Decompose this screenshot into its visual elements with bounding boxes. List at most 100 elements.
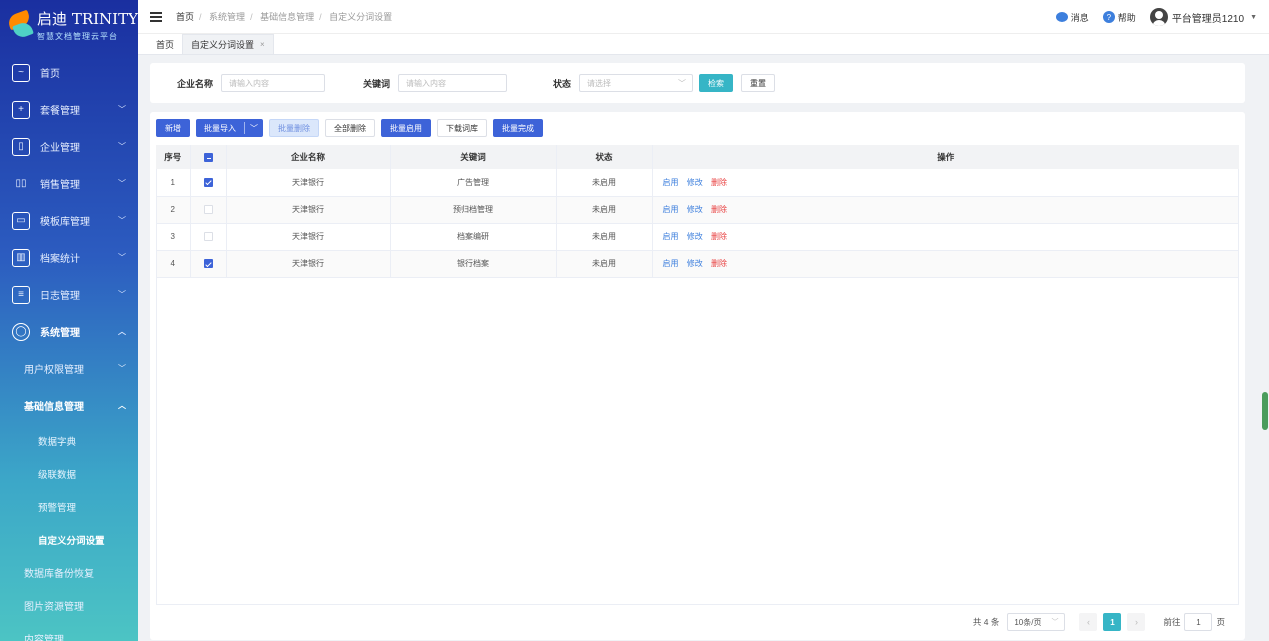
search-panel: 企业名称 请输入内容 关键词 请输入内容 状态 请选择 ﹀ 检索 重置 [150, 63, 1245, 103]
edit-link[interactable]: 修改 [687, 259, 703, 268]
next-page-button[interactable]: › [1127, 613, 1146, 631]
status-select[interactable]: 请选择 ﹀ [579, 74, 694, 92]
goto-input[interactable]: 1 [1184, 613, 1213, 631]
breadcrumb: 首页 / 系统管理 / 基础信息管理 / 自定义分词设置 [176, 12, 393, 22]
row-index: 2 [156, 196, 191, 223]
batch-import-dropdown[interactable]: 批量导入 ﹀ [196, 119, 263, 137]
message-icon[interactable] [1055, 12, 1068, 22]
sidebar-item-label: 套餐管理 [40, 106, 80, 117]
menu-fold-icon[interactable] [150, 11, 162, 22]
chevron-down-icon: ﹀ [118, 216, 126, 225]
row-keyword: 预归档管理 [390, 196, 557, 223]
help-icon[interactable]: ? [1102, 11, 1115, 23]
close-icon[interactable]: × [260, 40, 265, 49]
keyword-input[interactable]: 请输入内容 [398, 74, 508, 92]
delete-link[interactable]: 删除 [711, 232, 727, 241]
sidebar-sub-dict[interactable]: 数据字典 [0, 424, 138, 457]
sidebar-item-label: 日志管理 [40, 291, 80, 302]
sidebar-sub-backup[interactable]: 数据库备份恢复 [0, 556, 138, 589]
messages-link[interactable]: 消息 [1071, 11, 1089, 24]
enable-link[interactable]: 启用 [663, 259, 679, 268]
delete-all-button[interactable]: 全部删除 [325, 119, 375, 137]
sidebar-sub-warning[interactable]: 预警管理 [0, 490, 138, 523]
batch-enable-button[interactable]: 批量启用 [381, 119, 431, 137]
sidebar-item-home[interactable]: ~ 首页 [0, 54, 138, 91]
company-placeholder: 请输入内容 [229, 78, 270, 88]
table-row: 4 天津银行 银行档案 未启用 启用 修改 删除 [156, 250, 1239, 277]
batch-delete-button[interactable]: 批量删除 [269, 119, 319, 137]
chevron-down-icon: ﹀ [118, 105, 126, 114]
sidebar-sub-custom-seg[interactable]: 自定义分词设置 [0, 523, 138, 556]
breadcrumb-item: 自定义分词设置 [329, 12, 393, 22]
prev-page-button[interactable]: ‹ [1079, 613, 1098, 631]
sidebar-sub-label: 用户权限管理 [24, 365, 84, 376]
chevron-down-icon[interactable]: ﹀ [245, 123, 263, 134]
download-lib-button[interactable]: 下载词库 [437, 119, 487, 137]
edit-link[interactable]: 修改 [687, 178, 703, 187]
enable-link[interactable]: 启用 [663, 232, 679, 241]
company-input[interactable]: 请输入内容 [221, 74, 326, 92]
delete-link[interactable]: 删除 [711, 259, 727, 268]
header-index: 序号 [156, 145, 191, 169]
row-checkbox[interactable] [203, 177, 213, 187]
add-button[interactable]: 新增 [156, 119, 190, 137]
logo-mark-icon [6, 9, 34, 40]
tab-bar: 首页 自定义分词设置 × [138, 34, 1269, 55]
data-table: 序号 企业名称 关键词 状态 操作 1 天津银行 广告管理 未启用 启用 修改 … [156, 145, 1239, 278]
sidebar-item-sales[interactable]: ▯▯ 销售管理 ﹀ [0, 165, 138, 202]
sidebar-sub-content[interactable]: 内容管理 [0, 622, 138, 641]
search-button[interactable]: 检索 [699, 74, 734, 92]
sidebar-sub-basic-info[interactable]: 基础信息管理 ︿ [0, 387, 138, 424]
keyword-placeholder: 请输入内容 [406, 78, 447, 88]
batch-import-button[interactable]: 批量导入 [196, 119, 244, 137]
goto-suffix: 页 [1216, 617, 1225, 627]
help-link[interactable]: 帮助 [1118, 11, 1136, 24]
sidebar-sub-images[interactable]: 图片资源管理 [0, 589, 138, 622]
breadcrumb-item[interactable]: 首页 [176, 12, 194, 22]
tab-home[interactable]: 首页 [148, 34, 182, 54]
select-all-checkbox[interactable] [203, 153, 213, 163]
delete-link[interactable]: 删除 [711, 205, 727, 214]
chevron-down-icon: ﹀ [678, 79, 687, 88]
breadcrumb-item[interactable]: 系统管理 [209, 12, 245, 22]
sidebar-item-enterprise[interactable]: ▯ 企业管理 ﹀ [0, 128, 138, 165]
edit-link[interactable]: 修改 [687, 205, 703, 214]
row-checkbox[interactable] [203, 259, 213, 269]
table-row: 2 天津银行 预归档管理 未启用 启用 修改 删除 [156, 196, 1239, 223]
sidebar-item-templates[interactable]: ▭ 模板库管理 ﹀ [0, 202, 138, 239]
sidebar-item-packages[interactable]: + 套餐管理 ﹀ [0, 91, 138, 128]
enable-link[interactable]: 启用 [663, 178, 679, 187]
tab-custom-seg[interactable]: 自定义分词设置 × [182, 34, 274, 54]
enable-link[interactable]: 启用 [663, 205, 679, 214]
sidebar: 启迪 TRINITY 智慧文档管理云平台 ~ 首页 + 套餐管理 ﹀ ▯ 企业管… [0, 0, 138, 641]
sidebar-item-label: 系统管理 [40, 328, 80, 339]
sidebar-item-stats[interactable]: ▥ 档案统计 ﹀ [0, 239, 138, 276]
gear-circle-icon: ◯ [12, 322, 30, 341]
avatar[interactable] [1149, 8, 1168, 26]
row-checkbox[interactable] [203, 205, 213, 215]
page-number[interactable]: 1 [1103, 613, 1122, 631]
sidebar-sub-level[interactable]: 级联数据 [0, 457, 138, 490]
sidebar-item-system[interactable]: ◯ 系统管理 ︿ [0, 313, 138, 350]
bar-chart-icon: ▯▯ [15, 178, 27, 189]
reset-button[interactable]: 重置 [741, 74, 776, 92]
breadcrumb-item[interactable]: 基础信息管理 [260, 12, 314, 22]
sidebar-item-logs[interactable]: ≡ 日志管理 ﹀ [0, 276, 138, 313]
batch-finish-button[interactable]: 批量完成 [493, 119, 543, 137]
caret-down-icon[interactable]: ▼ [1250, 14, 1257, 21]
delete-link[interactable]: 删除 [711, 178, 727, 187]
user-name[interactable]: 平台管理员1210 [1172, 10, 1244, 25]
edit-link[interactable]: 修改 [687, 232, 703, 241]
row-status: 未启用 [556, 169, 653, 196]
header-status: 状态 [556, 145, 653, 169]
page-scrollbar[interactable] [1262, 392, 1268, 430]
row-keyword: 银行档案 [390, 250, 557, 277]
logo: 启迪 TRINITY 智慧文档管理云平台 [0, 0, 138, 50]
page-size-select[interactable]: 10条/页 ﹀ [1007, 613, 1066, 631]
sidebar-sub-user-perm[interactable]: 用户权限管理 ﹀ [0, 350, 138, 387]
chevron-up-icon: ︿ [118, 327, 126, 336]
toolbar: 新增 批量导入 ﹀ 批量删除 全部删除 批量启用 下载词库 批量完成 [156, 119, 549, 137]
sidebar-item-label: 首页 [40, 69, 60, 80]
header-select-all[interactable] [190, 145, 227, 169]
row-checkbox[interactable] [203, 232, 213, 242]
